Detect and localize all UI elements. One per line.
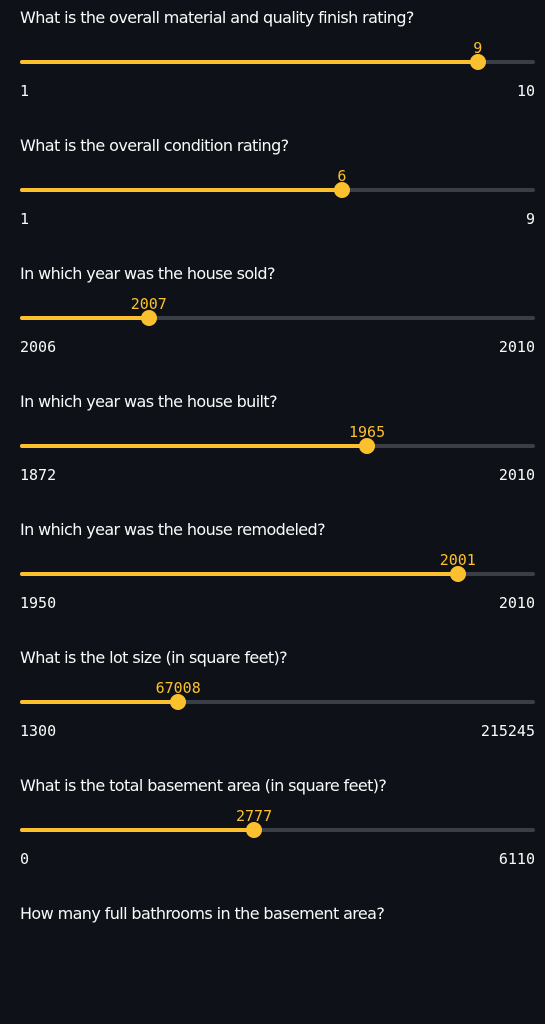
slider-fill [20, 60, 478, 64]
slider-max-label: 2010 [498, 594, 535, 612]
slider-max-label: 10 [516, 82, 535, 100]
slider-fill [20, 316, 149, 320]
slider-block-lot-size: What is the lot size (in square feet)? 6… [0, 640, 545, 768]
slider-min-label: 1872 [20, 466, 57, 484]
slider-block-condition: What is the overall condition rating? 6 … [0, 128, 545, 256]
slider-track[interactable] [20, 438, 535, 454]
slider-min-label: 2006 [20, 338, 57, 356]
slider-block-basement-full-baths: How many full bathrooms in the basement … [0, 896, 545, 1024]
slider-fill [20, 828, 255, 832]
slider-track[interactable] [20, 566, 535, 582]
slider-question: In which year was the house sold? [20, 264, 275, 283]
slider-block-year-sold: In which year was the house sold? 2007 2… [0, 256, 545, 384]
slider-max-label: 9 [525, 210, 535, 228]
slider-thumb[interactable] [449, 566, 466, 582]
slider-min-label: 0 [20, 850, 30, 868]
slider-thumb[interactable] [140, 310, 157, 326]
slider-thumb[interactable] [333, 182, 350, 198]
slider-track[interactable] [20, 694, 535, 710]
slider-question: What is the overall material and quality… [20, 8, 414, 27]
slider-thumb[interactable] [469, 54, 486, 70]
slider-question: In which year was the house remodeled? [20, 520, 326, 539]
slider-question: What is the total basement area (in squa… [20, 776, 387, 795]
slider-question: In which year was the house built? [20, 392, 278, 411]
slider-track[interactable] [20, 310, 535, 326]
slider-fill [20, 700, 179, 704]
slider-fill [20, 188, 342, 192]
slider-thumb[interactable] [359, 438, 376, 454]
slider-track[interactable] [20, 182, 535, 198]
slider-max-label: 2010 [498, 466, 535, 484]
slider-min-label: 1300 [20, 722, 57, 740]
slider-thumb[interactable] [246, 822, 263, 838]
slider-fill [20, 572, 458, 576]
slider-thumb[interactable] [170, 694, 187, 710]
slider-max-label: 215245 [480, 722, 535, 740]
slider-min-label: 1950 [20, 594, 57, 612]
slider-track[interactable] [20, 54, 535, 70]
slider-question: What is the lot size (in square feet)? [20, 648, 288, 667]
slider-block-year-built: In which year was the house built? 1965 … [0, 384, 545, 512]
slider-fill [20, 444, 368, 448]
slider-block-quality: What is the overall material and quality… [0, 0, 545, 128]
slider-question: How many full bathrooms in the basement … [20, 904, 385, 923]
slider-min-label: 1 [20, 82, 30, 100]
slider-block-year-remodeled: In which year was the house remodeled? 2… [0, 512, 545, 640]
slider-question: What is the overall condition rating? [20, 136, 289, 155]
slider-min-label: 1 [20, 210, 30, 228]
slider-max-label: 6110 [498, 850, 535, 868]
slider-track[interactable] [20, 822, 535, 838]
slider-max-label: 2010 [498, 338, 535, 356]
slider-block-basement-area: What is the total basement area (in squa… [0, 768, 545, 896]
